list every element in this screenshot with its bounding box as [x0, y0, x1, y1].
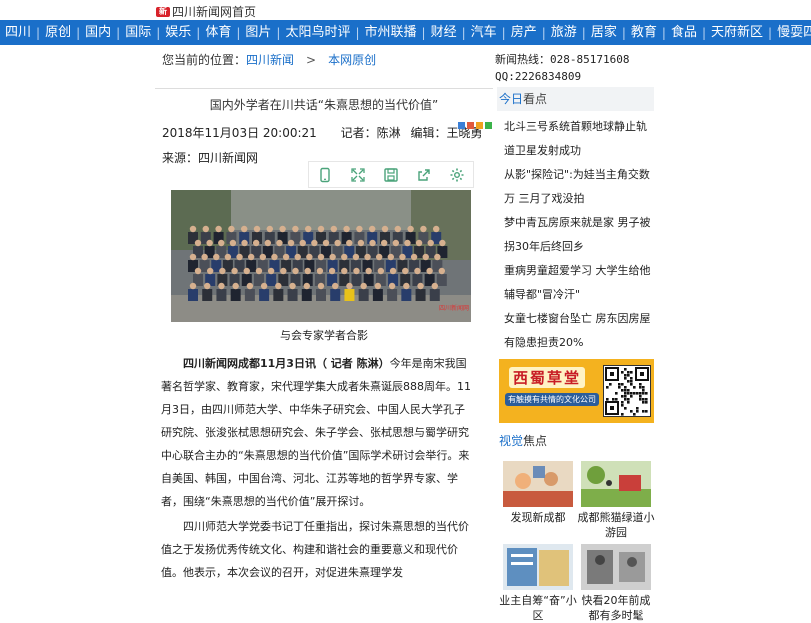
article-paragraph: 四川师范大学党委书记丁任重指出，探讨朱熹思想的当代价值之于发扬优秀传统文化、构建…: [161, 520, 469, 579]
ad-banner[interactable]: 西蜀草堂 有触摸有共情的文化公司: [499, 359, 654, 423]
mobile-icon[interactable]: [315, 165, 335, 185]
news-link[interactable]: 北斗三号系统首颗地球静止轨道卫星发射成功: [497, 115, 654, 163]
site-logo[interactable]: 新 四川新闻网首页: [156, 3, 256, 20]
breadcrumb-home-link[interactable]: 四川新闻: [246, 53, 294, 67]
nav-item[interactable]: 太阳鸟时评: [280, 20, 355, 45]
group-photo: 四川新闻网: [171, 190, 471, 322]
reader-toolbar: [308, 161, 474, 188]
logo-badge: 新: [156, 6, 170, 17]
article-source: 来源：四川新闻网: [162, 151, 259, 165]
nav-item[interactable]: 国际: [120, 20, 156, 45]
news-link[interactable]: 重病男童超爱学习 大学生给他辅导都"冒冷汗": [497, 259, 654, 307]
news-link[interactable]: 梦中青瓦房原来就是家 男子被拐30年后终回乡: [497, 211, 654, 259]
home-link[interactable]: 四川新闻网首页: [172, 3, 256, 20]
ad-title: 西蜀草堂: [509, 367, 586, 388]
nav-item[interactable]: 天府新区: [706, 20, 768, 45]
today-news-list: 北斗三号系统首颗地球静止轨道卫星发射成功 从影"探险记":为娃当主角交数万 三月了…: [497, 115, 654, 355]
hotline-qq: QQ:2226834809: [495, 70, 582, 83]
nav-item[interactable]: 慢耍四川: [772, 20, 811, 45]
video-caption[interactable]: 快看20年前成都有多时髦: [577, 593, 655, 623]
today-title-accent: 今日: [499, 92, 524, 106]
video-title-rest: 焦点: [523, 434, 548, 448]
news-link[interactable]: 从影"探险记":为娃当主角交数万 三月了戏没拍: [497, 163, 654, 211]
main-nav: 四川 | 原创 | 国内 | 国际 | 娱乐 | 体育 | 图片 | 太阳鸟时评 | 市州联播 | 财经 | 汽车 | 房产…: [0, 20, 811, 45]
nav-item[interactable]: 四川: [0, 20, 36, 45]
nav-item[interactable]: 原创: [40, 20, 76, 45]
save-icon[interactable]: [381, 165, 401, 185]
video-thumb[interactable]: [581, 461, 651, 507]
photo-caption: 与会专家学者合影: [280, 329, 368, 342]
article-paragraph: 四川新闻网成都11月3日讯（ 记者 陈淋）今年是南宋我国著名哲学家、教育家，宋代…: [161, 352, 475, 513]
nav-item[interactable]: 教育: [626, 20, 662, 45]
nav-item[interactable]: 旅游: [546, 20, 582, 45]
nav-item[interactable]: 居家: [586, 20, 622, 45]
nav-item[interactable]: 财经: [426, 20, 462, 45]
breadcrumb-current-link[interactable]: 本网原创: [328, 53, 376, 67]
share-wechat-icon[interactable]: [485, 122, 492, 129]
today-section-title: 今日看点: [497, 87, 654, 111]
video-thumb[interactable]: [503, 544, 573, 590]
share-mini-icons: [458, 122, 492, 129]
article-date: 2018年11月03日 20:00:21: [162, 126, 317, 140]
hotline-box: 新闻热线：028-85171608 QQ:2226834809: [495, 51, 629, 85]
nav-item[interactable]: 娱乐: [160, 20, 196, 45]
news-link[interactable]: 女童七楼窗台坠亡 房东因房屋有隐患担责20%: [497, 307, 654, 355]
breadcrumb-prefix: 您当前的位置：: [162, 53, 247, 67]
nav-item[interactable]: 国内: [80, 20, 116, 45]
video-caption[interactable]: 业主自筹“奋”小区: [499, 593, 577, 623]
video-caption[interactable]: 发现新成都: [499, 510, 577, 525]
video-section-title: 视觉焦点: [497, 430, 654, 452]
nav-item[interactable]: 图片: [240, 20, 276, 45]
nav-item[interactable]: 市州联播: [360, 20, 422, 45]
top-bar: 新 四川新闻网首页: [0, 0, 811, 20]
settings-icon[interactable]: [447, 165, 467, 185]
right-sidebar: 今日看点 北斗三号系统首颗地球静止轨道卫星发射成功 从影"探险记":为娃当主角交数…: [497, 87, 654, 355]
article-lead: 四川新闻网成都11月3日讯（ 记者 陈淋）: [183, 357, 390, 370]
article-body: 四川新闻网成都11月3日讯（ 记者 陈淋）今年是南宋我国著名哲学家、教育家，宋代…: [161, 352, 475, 586]
nav-item[interactable]: 汽车: [466, 20, 502, 45]
video-thumb[interactable]: [503, 461, 573, 507]
share-icon[interactable]: [414, 165, 434, 185]
breadcrumb: 您当前的位置：四川新闻 > 本网原创: [162, 51, 376, 68]
share-weibo-icon[interactable]: [467, 122, 474, 129]
article-meta: 2018年11月03日 20:00:21 记者：陈淋 编辑：王晓勇: [162, 124, 488, 141]
qr-code-icon: [603, 365, 651, 417]
nav-item[interactable]: 房产: [506, 20, 542, 45]
breadcrumb-separator: >: [306, 53, 317, 67]
nav-item[interactable]: 体育: [200, 20, 236, 45]
fullscreen-icon[interactable]: [348, 165, 368, 185]
share-qzone-icon[interactable]: [458, 122, 465, 129]
article-reporter: 记者：陈淋: [340, 126, 401, 140]
today-title-rest: 看点: [523, 92, 548, 106]
share-tencent-icon[interactable]: [476, 122, 483, 129]
article-para1-text: 今年是南宋我国著名哲学家、教育家，宋代理学集大成者朱熹诞辰888周年。11月3日…: [161, 357, 471, 508]
video-caption[interactable]: 成都熊猫绿道小游园: [577, 510, 655, 540]
video-title-accent: 视觉: [499, 434, 524, 448]
video-thumb[interactable]: [581, 544, 651, 590]
nav-item[interactable]: 食品: [666, 20, 702, 45]
photo-watermark: 四川新闻网: [439, 304, 469, 312]
article-title: 国内外学者在川共话“朱熹思想的当代价值”: [155, 88, 493, 113]
hotline-phone: 新闻热线：028-85171608: [495, 53, 630, 66]
ad-subtitle: 有触摸有共情的文化公司: [505, 393, 599, 406]
